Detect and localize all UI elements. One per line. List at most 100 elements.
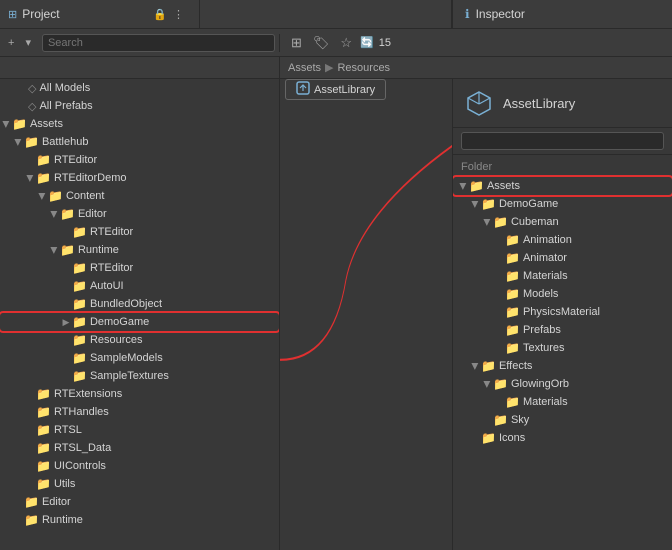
asset-library-label: AssetLibrary bbox=[314, 84, 375, 96]
insp-arrow: ▶ bbox=[470, 198, 481, 210]
insp-label: GlowingOrb bbox=[511, 378, 569, 390]
insp-tree-prefabs[interactable]: 📁 Prefabs bbox=[453, 321, 672, 339]
asset-library-pill[interactable]: AssetLibrary bbox=[285, 79, 386, 100]
badge-number: 15 bbox=[379, 37, 391, 49]
toolbar-left: + ▾ bbox=[0, 34, 280, 52]
insp-arrow: ▶ bbox=[482, 216, 493, 228]
tree-arrow: ▶ bbox=[49, 208, 60, 220]
insp-folder-icon: 📁 bbox=[481, 197, 496, 211]
tree-item-bundled[interactable]: 📁 BundledObject bbox=[0, 295, 279, 313]
tree-item-rteditor-demo[interactable]: ▶ 📁 RTEditorDemo bbox=[0, 169, 279, 187]
folder-icon: 📁 bbox=[72, 225, 87, 239]
tree-item-rteditor1[interactable]: 📁 RTEditor bbox=[0, 151, 279, 169]
insp-tree-materials[interactable]: 📁 Materials bbox=[453, 267, 672, 285]
insp-tree-textures[interactable]: 📁 Textures bbox=[453, 339, 672, 357]
tree-label: Editor bbox=[42, 496, 71, 508]
folder-icon: 📁 bbox=[36, 171, 51, 185]
insp-folder-icon: 📁 bbox=[505, 287, 520, 301]
tree-item-editor2[interactable]: 📁 Editor bbox=[0, 493, 279, 511]
insp-folder-icon: 📁 bbox=[505, 269, 520, 283]
breadcrumb-assets[interactable]: Assets bbox=[288, 62, 321, 74]
insp-tree-cubeman[interactable]: ▶ 📁 Cubeman bbox=[453, 213, 672, 231]
insp-tree-materials2[interactable]: 📁 Materials bbox=[453, 393, 672, 411]
insp-label: Effects bbox=[499, 360, 532, 372]
folder-icon: 📁 bbox=[24, 135, 39, 149]
dropdown-button[interactable]: ▾ bbox=[21, 34, 35, 51]
tree-label: All Prefabs bbox=[39, 100, 92, 112]
insp-label: Animation bbox=[523, 234, 572, 246]
insp-folder-icon: 📁 bbox=[493, 215, 508, 229]
tree-item-all-models[interactable]: ◇ All Models bbox=[0, 79, 279, 97]
inspector-tab[interactable]: ℹ Inspector bbox=[452, 0, 672, 28]
insp-tree-icons[interactable]: 📁 Icons bbox=[453, 429, 672, 447]
search-input[interactable] bbox=[42, 34, 275, 52]
insp-tree-demogame[interactable]: ▶ 📁 DemoGame bbox=[453, 195, 672, 213]
tree-item-utils[interactable]: 📁 Utils bbox=[0, 475, 279, 493]
tree-label: DemoGame bbox=[90, 316, 149, 328]
tree-item-autoui[interactable]: 📁 AutoUI bbox=[0, 277, 279, 295]
inspector-panel: AssetLibrary Folder ▶ 📁 Assets ▶ 📁 DemoG… bbox=[452, 79, 672, 550]
tree-item-rtsl-data[interactable]: 📁 RTSL_Data bbox=[0, 439, 279, 457]
tree-item-runtime[interactable]: ▶ 📁 Runtime bbox=[0, 241, 279, 259]
folder-icon: 📁 bbox=[36, 387, 51, 401]
tree-item-rteditor2[interactable]: 📁 RTEditor bbox=[0, 223, 279, 241]
tree-item-battlehub[interactable]: ▶ 📁 Battlehub bbox=[0, 133, 279, 151]
tree-item-sampletextures[interactable]: 📁 SampleTextures bbox=[0, 367, 279, 385]
tree-arrow: ▶ bbox=[60, 317, 72, 328]
cube-svg bbox=[465, 89, 493, 117]
arrow-overlay bbox=[280, 79, 452, 550]
tree-label: All Models bbox=[39, 82, 90, 94]
lock-button[interactable]: 🔒 bbox=[150, 6, 170, 23]
insp-tree-assets[interactable]: ▶ 📁 Assets bbox=[453, 177, 672, 195]
top-bar: ⊞ Project 🔒 ⋮ ℹ Inspector bbox=[0, 0, 672, 29]
tree-item-runtime2[interactable]: 📁 Runtime bbox=[0, 511, 279, 529]
middle-panel bbox=[280, 79, 452, 550]
tree-label: Battlehub bbox=[42, 136, 88, 148]
tree-item-editor1[interactable]: ▶ 📁 Editor bbox=[0, 205, 279, 223]
insp-tree-glowingorb[interactable]: ▶ 📁 GlowingOrb bbox=[453, 375, 672, 393]
insp-label: Assets bbox=[487, 180, 520, 192]
toolbar-right: ⊞ 🏷 ☆ 🔄 15 bbox=[280, 33, 672, 53]
tree-item-samplemodels[interactable]: 📁 SampleModels bbox=[0, 349, 279, 367]
tag-button[interactable]: 🏷 bbox=[310, 33, 333, 53]
breadcrumb-resources[interactable]: Resources bbox=[337, 62, 390, 74]
tab-spacer: 🔒 ⋮ bbox=[65, 6, 191, 23]
tree-label: Runtime bbox=[42, 514, 83, 526]
tree-item-demogame[interactable]: ▶ 📁 DemoGame bbox=[0, 313, 279, 331]
tree-item-rtextensions[interactable]: 📁 RTExtensions bbox=[0, 385, 279, 403]
insp-label: Materials bbox=[523, 396, 568, 408]
insp-tree-sky[interactable]: 📁 Sky bbox=[453, 411, 672, 429]
tree-item-content[interactable]: ▶ 📁 Content bbox=[0, 187, 279, 205]
add-button[interactable]: + bbox=[4, 35, 18, 51]
project-tab[interactable]: ⊞ Project 🔒 ⋮ bbox=[0, 0, 200, 28]
tree-label: Utils bbox=[54, 478, 75, 490]
breadcrumb-row: Assets ▶ Resources bbox=[0, 57, 672, 79]
insp-label: Animator bbox=[523, 252, 567, 264]
tree-item-assets[interactable]: ▶ 📁 Assets bbox=[0, 115, 279, 133]
insp-tree-animation[interactable]: 📁 Animation bbox=[453, 231, 672, 249]
tree-item-rthandles[interactable]: 📁 RTHandles bbox=[0, 403, 279, 421]
insp-tree-effects[interactable]: ▶ 📁 Effects bbox=[453, 357, 672, 375]
tree-label: RTEditorDemo bbox=[54, 172, 127, 184]
grid-view-button[interactable]: ⊞ bbox=[288, 33, 305, 53]
inspector-search-input[interactable] bbox=[461, 132, 664, 150]
tree-item-resources[interactable]: 📁 Resources bbox=[0, 331, 279, 349]
tree-label: SampleModels bbox=[90, 352, 163, 364]
tree-item-rteditor3[interactable]: 📁 RTEditor bbox=[0, 259, 279, 277]
left-panel: ◇ All Models ◇ All Prefabs ▶ 📁 Assets ▶ … bbox=[0, 79, 280, 550]
tree-label: Editor bbox=[78, 208, 107, 220]
tree-label: AutoUI bbox=[90, 280, 124, 292]
insp-tree-animator[interactable]: 📁 Animator bbox=[453, 249, 672, 267]
insp-folder-icon: 📁 bbox=[481, 359, 496, 373]
insp-tree-physicsmaterial[interactable]: 📁 PhysicsMaterial bbox=[453, 303, 672, 321]
star-button[interactable]: ☆ bbox=[337, 33, 355, 53]
insp-folder-icon: 📁 bbox=[505, 305, 520, 319]
folder-icon: 📁 bbox=[60, 243, 75, 257]
tree-item-uicontrols[interactable]: 📁 UIControls bbox=[0, 457, 279, 475]
more-button[interactable]: ⋮ bbox=[170, 6, 187, 23]
tree-label: Resources bbox=[90, 334, 143, 346]
insp-tree-models[interactable]: 📁 Models bbox=[453, 285, 672, 303]
folder-icon: 📁 bbox=[72, 333, 87, 347]
tree-item-all-prefabs[interactable]: ◇ All Prefabs bbox=[0, 97, 279, 115]
tree-item-rtsl[interactable]: 📁 RTSL bbox=[0, 421, 279, 439]
